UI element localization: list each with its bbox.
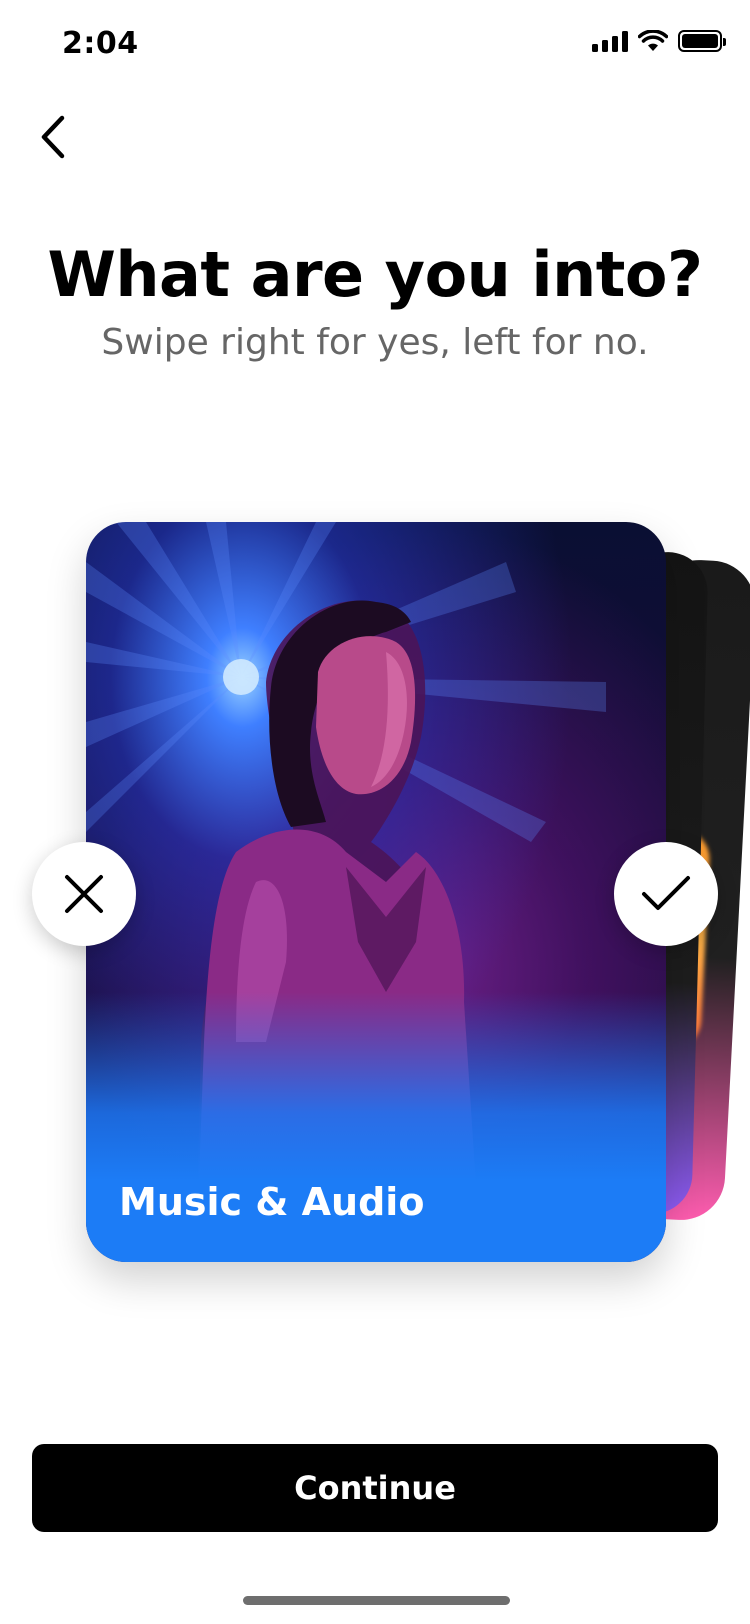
status-time: 2:04 bbox=[62, 26, 139, 61]
wifi-icon bbox=[638, 30, 668, 51]
home-indicator bbox=[243, 1596, 510, 1605]
checkmark-icon bbox=[642, 876, 690, 910]
signal-icon bbox=[592, 30, 628, 52]
status-icons bbox=[592, 30, 726, 52]
page-title: What are you into? bbox=[47, 238, 703, 311]
reject-button[interactable] bbox=[32, 842, 136, 946]
accept-button[interactable] bbox=[614, 842, 718, 946]
card-label: Music & Audio bbox=[119, 1180, 425, 1224]
battery-icon bbox=[678, 30, 726, 52]
back-button[interactable] bbox=[28, 112, 78, 162]
chevron-left-icon bbox=[41, 115, 65, 159]
status-bar: 2:04 bbox=[0, 0, 750, 90]
page-subtitle: Swipe right for yes, left for no. bbox=[101, 322, 649, 363]
close-icon bbox=[65, 875, 103, 913]
continue-button[interactable]: Continue bbox=[32, 1444, 718, 1532]
interest-card[interactable]: Music & Audio bbox=[86, 522, 666, 1262]
